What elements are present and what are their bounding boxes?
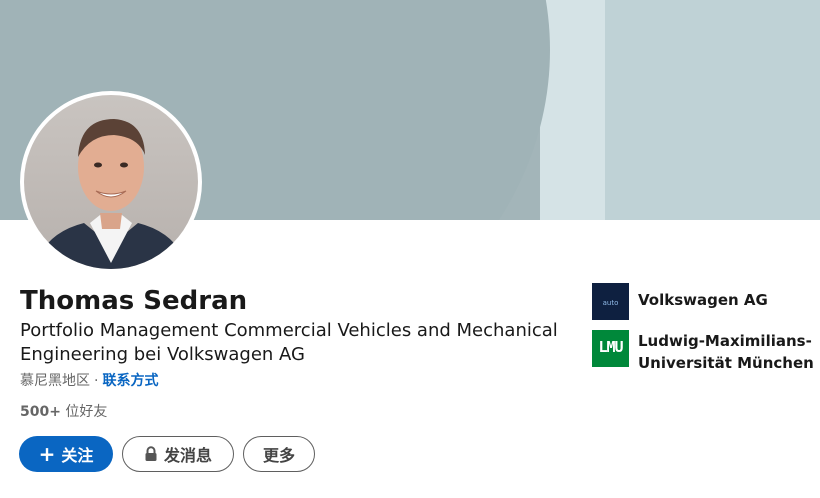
lock-icon xyxy=(144,446,158,462)
logo-text: LMU xyxy=(598,337,623,356)
connections-link[interactable]: 500+ 位好友 xyxy=(20,402,107,422)
cover-shape xyxy=(540,0,606,220)
lmu-logo-icon: LMU xyxy=(592,330,629,367)
more-button[interactable]: 更多 xyxy=(243,436,315,472)
org-name: Ludwig-Maximilians-Universität München xyxy=(638,332,814,372)
separator: · xyxy=(94,373,99,389)
org-item-lmu[interactable]: LMU Ludwig-Maximilians-Universität Münch… xyxy=(592,330,818,374)
connections-count: 500+ xyxy=(20,404,61,420)
follow-button[interactable]: + 关注 xyxy=(19,436,113,472)
connections-label: 位好友 xyxy=(65,404,108,420)
message-label: 发消息 xyxy=(163,446,212,465)
location-text: 慕尼黑地区 xyxy=(20,373,90,389)
cover-shape xyxy=(605,0,820,220)
logo-text: auto xyxy=(602,298,619,307)
profile-photo xyxy=(24,95,198,269)
contact-info-link[interactable]: 联系方式 xyxy=(102,373,158,389)
volkswagen-logo-icon: auto xyxy=(592,283,629,320)
org-name: Volkswagen AG xyxy=(638,291,768,309)
plus-icon: + xyxy=(38,442,56,466)
profile-headline: Portfolio Management Commercial Vehicles… xyxy=(20,320,558,365)
follow-label: 关注 xyxy=(61,446,94,465)
avatar[interactable] xyxy=(20,91,202,273)
profile-name: Thomas Sedran xyxy=(20,286,248,316)
organizations-list: auto Volkswagen AG LMU Ludwig-Maximilian… xyxy=(592,283,818,384)
profile-actions: + 关注 发消息 更多 xyxy=(19,436,315,472)
location-row: 慕尼黑地区 · 联系方式 xyxy=(20,371,158,391)
message-button[interactable]: 发消息 xyxy=(122,436,234,472)
more-label: 更多 xyxy=(262,446,295,465)
org-item-volkswagen[interactable]: auto Volkswagen AG xyxy=(592,283,818,320)
